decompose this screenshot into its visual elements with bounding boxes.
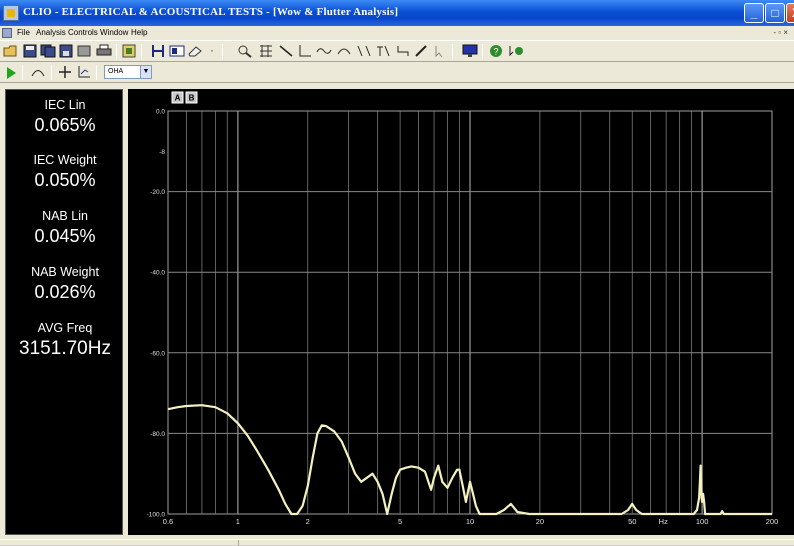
analysis-toolbar: OHA ▼ <box>0 62 794 83</box>
results-panel: IEC Lin 0.065% IEC Weight 0.050% NAB Lin… <box>5 89 123 535</box>
open-folder-icon[interactable] <box>3 44 19 58</box>
monitor-icon[interactable] <box>462 44 478 58</box>
graph-button-label: A <box>175 94 181 103</box>
toolbar-separator <box>96 65 97 80</box>
nab-lin-value: 0.045% <box>34 226 96 246</box>
svg-text:?: ? <box>494 47 499 57</box>
avg-freq-label: AVG Freq <box>37 321 93 335</box>
y-tick-label: -20.0 <box>150 189 165 196</box>
menu-file[interactable]: File <box>17 28 30 37</box>
x-tick-label: 0.6 <box>163 517 173 526</box>
x-tick-label: 5 <box>398 517 402 526</box>
settings-icon[interactable] <box>121 44 137 58</box>
x-tick-label: 10 <box>466 517 474 526</box>
close-button[interactable]: X <box>786 3 794 23</box>
menu-bar: File Analysis Controls Window Help - ▫ × <box>0 26 794 40</box>
axis-icon[interactable] <box>297 44 313 58</box>
chart-axis-icon[interactable] <box>76 65 92 79</box>
toolbar-separator <box>141 44 142 59</box>
pointer-icon[interactable] <box>432 44 448 58</box>
slope-line-icon[interactable] <box>278 44 294 58</box>
client-area: IEC Lin 0.065% IEC Weight 0.050% NAB Lin… <box>0 84 794 539</box>
y-tick-label: 0.0 <box>156 109 165 116</box>
save-icon[interactable] <box>22 44 38 58</box>
copy-icon[interactable] <box>76 44 92 58</box>
x-tick-label: 100 <box>696 517 709 526</box>
graph-panel[interactable]: 0.0 -8 -20.0 -40.0 -60.0 -80.0 -100.0 0.6 1 2 5 10 2… <box>128 89 794 535</box>
x-tick-label: 1 <box>236 517 240 526</box>
nab-weight-value: 0.026% <box>34 282 96 302</box>
nab-weight-label: NAB Weight <box>31 265 99 279</box>
toolbar-separator <box>51 65 52 80</box>
x-tick-label: 2 <box>306 517 310 526</box>
marker-icon[interactable] <box>150 44 166 58</box>
nab-lin-label: NAB Lin <box>42 209 88 223</box>
menu-window[interactable]: Window <box>100 28 128 37</box>
zoom-icon[interactable] <box>237 44 253 58</box>
y-tick-label: -8 <box>159 149 165 156</box>
marker-a-icon[interactable] <box>356 44 372 58</box>
toolbar-separator <box>452 44 453 59</box>
status-bar <box>0 539 794 546</box>
y-tick-label: -80.0 <box>150 431 165 438</box>
help-icon[interactable]: ? <box>489 44 505 58</box>
maximize-button[interactable]: □ <box>765 3 785 23</box>
eraser-icon[interactable] <box>187 44 203 58</box>
window-title: CLIO - ELECTRICAL & ACOUSTICAL TESTS - [… <box>23 6 399 18</box>
export-icon[interactable] <box>58 44 74 58</box>
iec-lin-value: 0.065% <box>34 115 96 135</box>
play-icon[interactable] <box>7 67 16 79</box>
document-icon[interactable] <box>2 28 12 38</box>
peak-icon[interactable] <box>30 65 46 79</box>
scale-select[interactable]: OHA ▼ <box>104 65 152 79</box>
scale-select-value: OHA <box>108 68 124 75</box>
toolbar-separator <box>482 44 483 59</box>
chevron-down-icon[interactable]: · <box>204 44 220 58</box>
hook-icon[interactable] <box>395 44 411 58</box>
wow-flutter-spectrum-chart[interactable]: 0.0-8-20.0-40.0-60.0-80.0-100.00.6 1 2 5 10 2… <box>128 89 794 535</box>
wave-icon[interactable] <box>316 44 332 58</box>
toolbar-separator <box>22 65 23 80</box>
clio-app-icon[interactable] <box>3 5 19 21</box>
x-tick-label: 20 <box>536 517 544 526</box>
main-toolbar: · ? <box>0 40 794 62</box>
toolbar-separator <box>116 44 117 59</box>
iec-weight-label: IEC Weight <box>33 153 97 167</box>
x-unit-label: Hz <box>659 517 668 526</box>
iec-lin-label: IEC Lin <box>44 98 86 112</box>
grid-icon[interactable] <box>258 44 274 58</box>
status-separator <box>238 540 239 546</box>
menu-controls[interactable]: Controls <box>68 28 98 37</box>
window-icon[interactable] <box>169 44 185 58</box>
graph-button-label: B <box>189 94 195 103</box>
marker-b-icon[interactable] <box>375 44 391 58</box>
menu-analysis[interactable]: Analysis <box>36 28 66 37</box>
application-window: CLIO - ELECTRICAL & ACOUSTICAL TESTS - [… <box>0 0 794 546</box>
context-help-icon[interactable] <box>508 44 524 58</box>
print-icon[interactable] <box>96 44 112 58</box>
toolbar-separator <box>222 44 223 59</box>
avg-freq-value: 3151.70Hz <box>19 338 111 359</box>
iec-weight-value: 0.050% <box>34 170 96 190</box>
minimize-button[interactable]: _ <box>744 3 764 23</box>
save-all-icon[interactable] <box>40 44 56 58</box>
x-tick-label: 200 <box>766 517 779 526</box>
x-tick-label: 50 <box>628 517 636 526</box>
menu-help[interactable]: Help <box>131 28 147 37</box>
mdi-window-controls[interactable]: - ▫ × <box>773 28 788 37</box>
y-tick-label: -40.0 <box>150 270 165 277</box>
y-tick-label: -60.0 <box>150 350 165 357</box>
fit-icon[interactable] <box>336 44 352 58</box>
title-bar[interactable]: CLIO - ELECTRICAL & ACOUSTICAL TESTS - [… <box>0 0 794 26</box>
chevron-down-icon[interactable]: ▼ <box>140 66 151 78</box>
pencil-icon[interactable] <box>414 44 430 58</box>
cursor-cross-icon[interactable] <box>57 65 73 79</box>
